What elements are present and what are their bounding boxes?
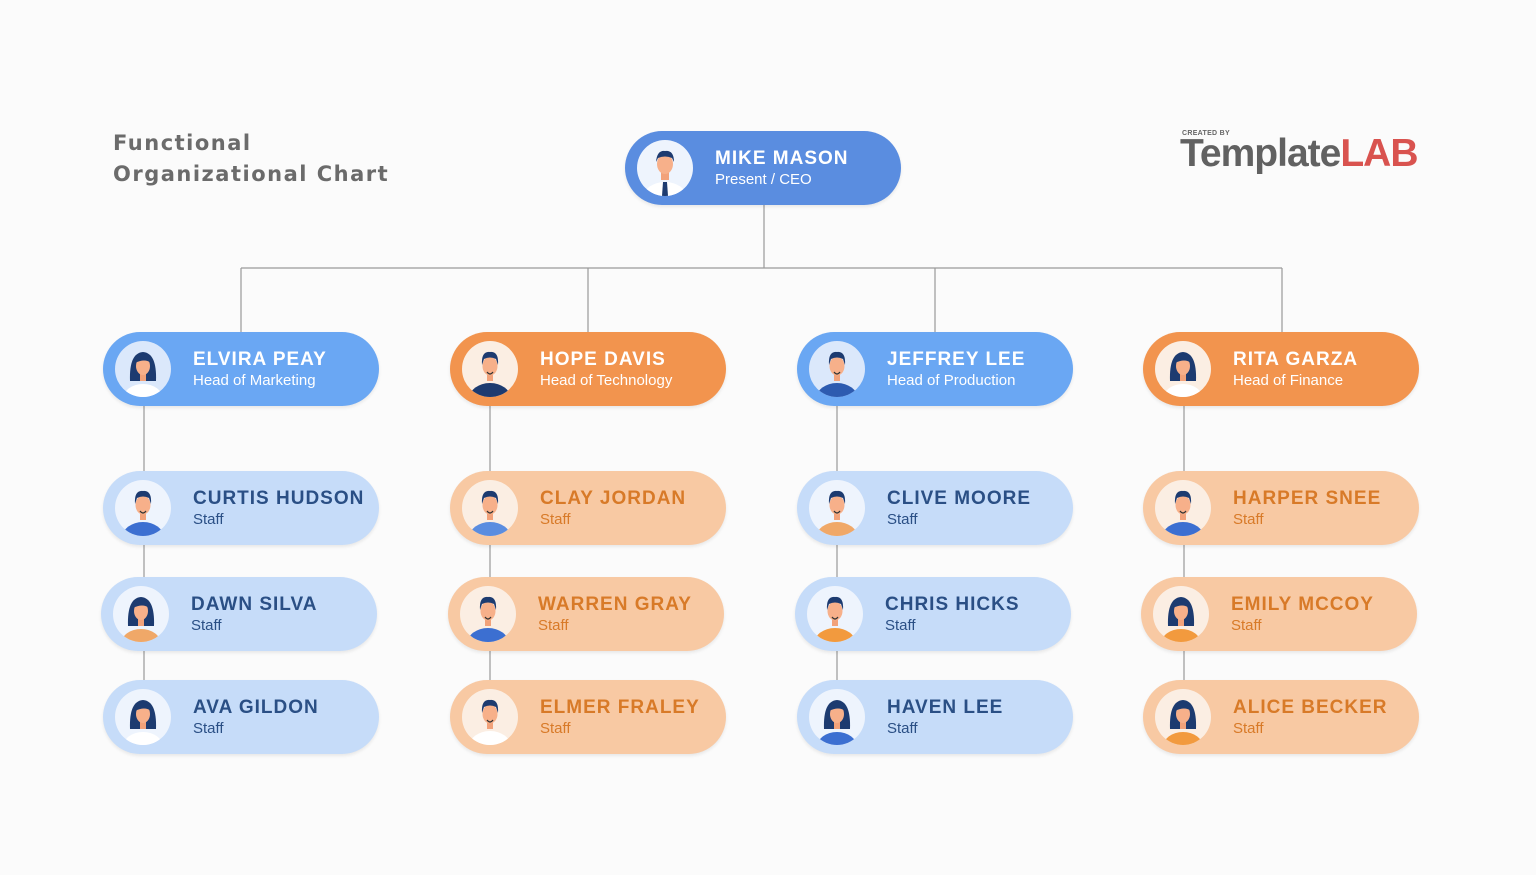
man-avatar-icon [809,341,865,397]
staff-name: CHRIS HICKS [885,594,1020,615]
ceo-card[interactable]: MIKE MASON Present / CEO [625,131,901,205]
staff-card[interactable]: AVA GILDON Staff [103,680,379,754]
woman-avatar-icon [1155,341,1211,397]
staff-name: HARPER SNEE [1233,488,1382,509]
staff-role: Staff [193,511,224,528]
staff-card[interactable]: CHRIS HICKS Staff [795,577,1071,651]
head-role: Head of Technology [540,372,673,389]
staff-name: DAWN SILVA [191,594,318,615]
staff-name: ELMER FRALEY [540,697,700,718]
staff-card[interactable]: HARPER SNEE Staff [1143,471,1419,545]
man-avatar-icon [462,689,518,745]
staff-role: Staff [887,511,918,528]
staff-role: Staff [1231,617,1262,634]
staff-card[interactable]: CURTIS HUDSON Staff [103,471,379,545]
head-name: JEFFREY LEE [887,349,1026,370]
head-name: RITA GARZA [1233,349,1359,370]
department-head-card[interactable]: RITA GARZA Head of Finance [1143,332,1419,406]
man-avatar-icon [462,341,518,397]
ceo-role: Present / CEO [715,171,812,188]
man-avatar-icon [115,480,171,536]
staff-card[interactable]: CLAY JORDAN Staff [450,471,726,545]
staff-role: Staff [193,720,224,737]
woman-avatar-icon [113,586,169,642]
staff-card[interactable]: HAVEN LEE Staff [797,680,1073,754]
head-role: Head of Marketing [193,372,316,389]
department-head-card[interactable]: JEFFREY LEE Head of Production [797,332,1073,406]
staff-name: WARREN GRAY [538,594,692,615]
woman-avatar-icon [1155,689,1211,745]
staff-name: HAVEN LEE [887,697,1004,718]
man-avatar-icon [462,480,518,536]
logo-brand-template: Template [1180,132,1341,175]
staff-role: Staff [540,720,571,737]
logo-brand: TemplateLAB [1180,134,1418,173]
man-avatar-icon [809,480,865,536]
staff-role: Staff [538,617,569,634]
man-avatar-icon [1155,480,1211,536]
department-head-card[interactable]: ELVIRA PEAY Head of Marketing [103,332,379,406]
staff-name: CURTIS HUDSON [193,488,365,509]
staff-role: Staff [885,617,916,634]
man-avatar-icon [807,586,863,642]
woman-avatar-icon [1153,586,1209,642]
templatelab-logo: CREATED BY TemplateLAB [1180,130,1418,173]
woman-avatar-icon [809,689,865,745]
staff-card[interactable]: ALICE BECKER Staff [1143,680,1419,754]
staff-role: Staff [540,511,571,528]
chart-title: Functional Organizational Chart [113,131,390,186]
staff-card[interactable]: EMILY MCCOY Staff [1141,577,1417,651]
ceo-name: MIKE MASON [715,148,849,169]
staff-role: Staff [1233,511,1264,528]
department-head-card[interactable]: HOPE DAVIS Head of Technology [450,332,726,406]
staff-card[interactable]: DAWN SILVA Staff [101,577,377,651]
staff-name: AVA GILDON [193,697,319,718]
man-avatar-icon [460,586,516,642]
staff-card[interactable]: WARREN GRAY Staff [448,577,724,651]
staff-role: Staff [191,617,222,634]
woman-avatar-icon [115,341,171,397]
head-role: Head of Production [887,372,1016,389]
staff-name: CLIVE MOORE [887,488,1032,509]
staff-role: Staff [1233,720,1264,737]
staff-role: Staff [887,720,918,737]
staff-name: CLAY JORDAN [540,488,687,509]
staff-name: EMILY MCCOY [1231,594,1374,615]
staff-name: ALICE BECKER [1233,697,1388,718]
woman-avatar-icon [115,689,171,745]
man-tie-avatar-icon [637,140,693,196]
logo-brand-lab: LAB [1340,132,1418,175]
head-name: ELVIRA PEAY [193,349,327,370]
head-role: Head of Finance [1233,372,1344,389]
head-name: HOPE DAVIS [540,349,666,370]
staff-card[interactable]: ELMER FRALEY Staff [450,680,726,754]
staff-card[interactable]: CLIVE MOORE Staff [797,471,1073,545]
